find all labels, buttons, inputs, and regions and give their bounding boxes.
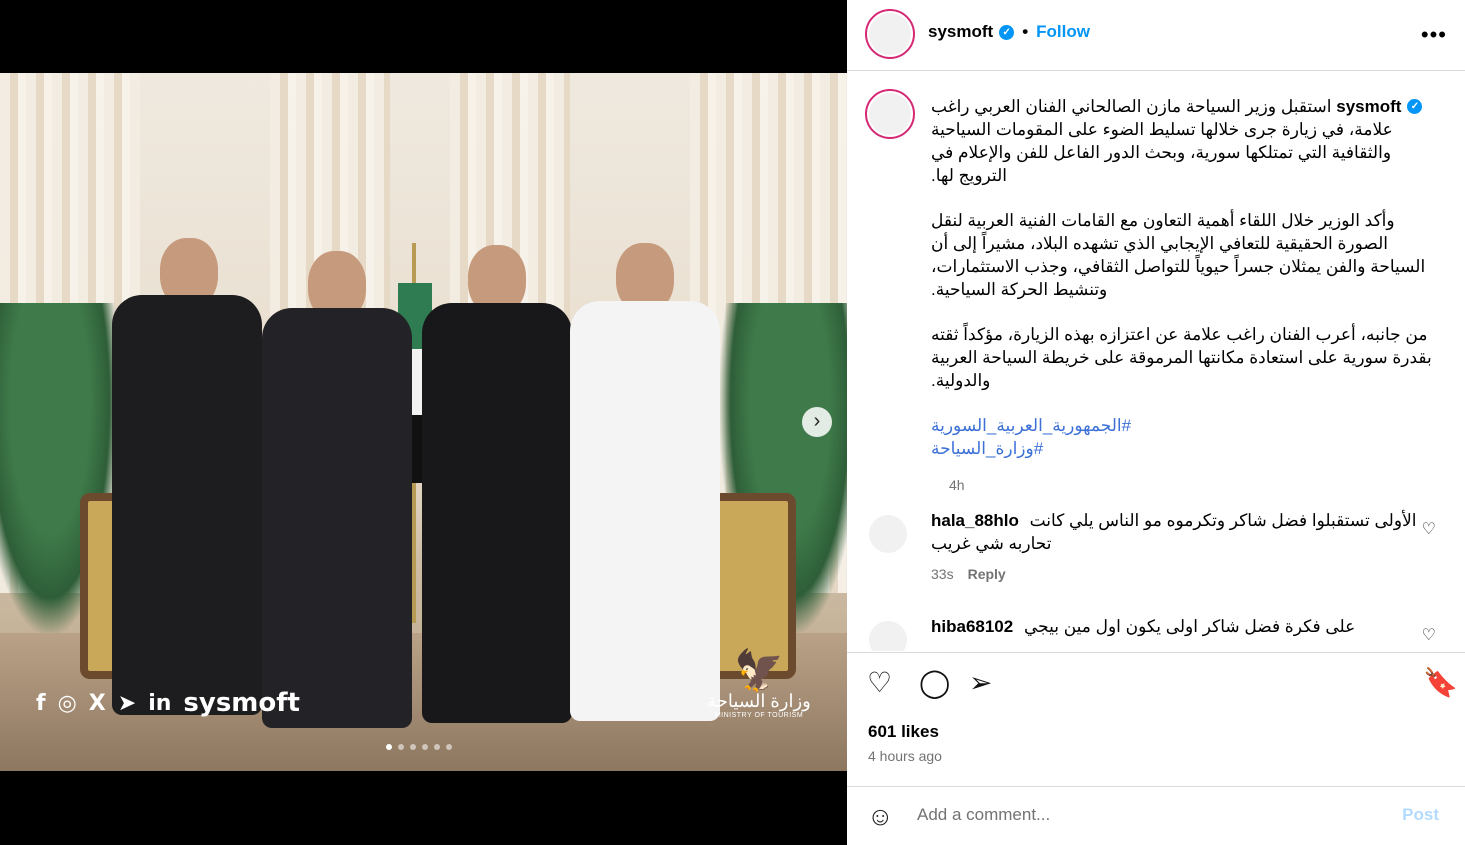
post-media: f ◎ X ➤ in sysmoft 🦅 وزارة السياحة MINIS…	[0, 0, 847, 845]
watermark-brand: f ◎ X ➤ in sysmoft	[36, 688, 300, 718]
divider	[847, 652, 1465, 653]
caption-text-1: استقبل وزير السياحة مازن الصالحاني الفنا…	[931, 97, 1393, 185]
ministry-en: MINISTRY OF TOURISM	[714, 712, 804, 719]
carousel-dot	[446, 744, 452, 750]
hashtag-link[interactable]: #وزارة_السياحة	[931, 437, 1443, 460]
comment-body: hala_88hlo الأولى تستقبلوا فضل شاكر وتكر…	[931, 509, 1419, 555]
carousel-dot	[422, 744, 428, 750]
reply-button[interactable]: Reply	[968, 566, 1006, 582]
caption-paragraph-2: وأكد الوزير خلال اللقاء أهمية التعاون مع…	[931, 211, 1426, 299]
comment-like-icon[interactable]: ♡	[1422, 625, 1436, 645]
post-header: sysmoft ✓ • Follow •••	[847, 0, 1465, 71]
username-link[interactable]: sysmoft	[928, 22, 993, 42]
facebook-icon: f	[36, 690, 46, 716]
person-body	[422, 303, 572, 723]
carousel-dot	[434, 744, 440, 750]
add-comment-bar: ☺ Add a comment... Post	[847, 787, 1465, 845]
comment-avatar[interactable]	[869, 515, 907, 553]
comments-scroll[interactable]: sysmoft ✓ استقبل وزير السياحة مازن الصالح…	[847, 71, 1465, 651]
comment-like-icon[interactable]: ♡	[1422, 519, 1436, 539]
caption-paragraph-3: من جانبه، أعرب الفنان راغب علامة عن اعتز…	[931, 325, 1432, 390]
header-user: sysmoft ✓ • Follow	[928, 22, 1090, 42]
more-options-icon[interactable]: •••	[1421, 22, 1447, 48]
bookmark-icon[interactable]: 🔖	[1423, 668, 1458, 698]
avatar[interactable]	[865, 9, 915, 59]
action-bar: ♡ ◯ ➢ 🔖	[867, 668, 1458, 704]
carousel-dots	[386, 744, 452, 750]
comment-icon[interactable]: ◯	[919, 668, 950, 698]
verified-icon: ✓	[1407, 99, 1423, 114]
comment-username[interactable]: hiba68102	[931, 617, 1013, 636]
post-button[interactable]: Post	[1402, 805, 1439, 825]
hashtag-link[interactable]: #الجمهورية_العربية_السورية	[931, 414, 1443, 437]
eagle-icon: 🦅	[734, 649, 784, 693]
comment-avatar[interactable]	[869, 621, 907, 651]
likes-count[interactable]: 601 likes	[868, 722, 939, 742]
comment-time[interactable]: 33s	[931, 566, 954, 582]
caption-body: sysmoft ✓ استقبل وزير السياحة مازن الصالح…	[931, 95, 1443, 460]
brand-text: sysmoft	[183, 688, 300, 718]
caption-username-text: sysmoft	[1336, 97, 1402, 116]
post-panel: sysmoft ✓ • Follow ••• sysmoft ✓ استقبل و…	[847, 0, 1465, 845]
comment-meta: 33s Reply	[931, 566, 1006, 582]
separator-dot: •	[1022, 22, 1029, 41]
comment-input[interactable]: Add a comment...	[917, 805, 1050, 825]
heart-icon[interactable]: ♡	[867, 668, 892, 698]
carousel-dot	[398, 744, 404, 750]
follow-button[interactable]: Follow	[1036, 22, 1090, 42]
caption-username[interactable]: sysmoft ✓	[1336, 95, 1423, 118]
verified-icon: ✓	[999, 24, 1015, 40]
comment-text: على فكرة فضل شاكر اولى يكون اول مين بيجي	[1023, 617, 1356, 636]
caption-time[interactable]: 4h	[949, 477, 965, 493]
share-icon[interactable]: ➢	[969, 668, 992, 698]
telegram-icon: ➤	[117, 690, 137, 716]
carousel-next-button[interactable]: ›	[802, 407, 832, 437]
post-photo[interactable]: f ◎ X ➤ in sysmoft 🦅 وزارة السياحة MINIS…	[0, 73, 847, 771]
posted-ago: 4 hours ago	[868, 748, 942, 764]
caption-avatar[interactable]	[865, 89, 915, 139]
ministry-ar: وزارة السياحة	[707, 691, 811, 711]
ministry-logo: 🦅 وزارة السياحة MINISTRY OF TOURISM	[704, 651, 814, 719]
comment-body: hiba68102 على فكرة فضل شاكر اولى يكون او…	[931, 615, 1419, 638]
hashtags: #الجمهورية_العربية_السورية #وزارة_السياح…	[931, 414, 1443, 460]
comment-username[interactable]: hala_88hlo	[931, 511, 1019, 530]
carousel-dot	[410, 744, 416, 750]
emoji-icon[interactable]: ☺	[867, 801, 894, 832]
person-body	[570, 301, 720, 721]
person-body	[112, 295, 262, 715]
instagram-icon: ◎	[57, 690, 77, 716]
person-body	[262, 308, 412, 728]
caption-paragraph-1: sysmoft ✓ استقبل وزير السياحة مازن الصالح…	[931, 95, 1443, 187]
linkedin-icon: in	[148, 690, 172, 716]
x-icon: X	[88, 690, 106, 716]
carousel-dot	[386, 744, 392, 750]
